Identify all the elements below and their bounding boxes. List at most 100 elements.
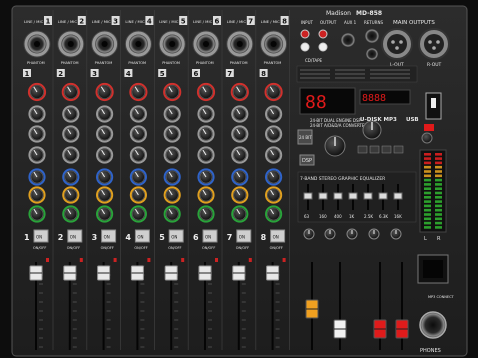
channel-number-bottom: 3 — [92, 233, 98, 242]
eq-slider-16K[interactable] — [393, 192, 403, 200]
line-mic-label: LINE / MIC — [58, 19, 78, 24]
on-button-label: ON — [70, 235, 76, 240]
phones-jack[interactable] — [419, 311, 447, 339]
meter-led-r — [435, 170, 442, 173]
peak-led — [181, 258, 185, 262]
meter-led-r — [435, 178, 442, 182]
channel-index-text: 1 — [25, 70, 30, 78]
meter-led-l — [424, 213, 431, 216]
meter-led-r — [435, 153, 442, 156]
channel-index-text: 2 — [58, 70, 63, 78]
eq-freq-labels: 63 160 400 1K 2.5K 6.3K 16K — [304, 214, 402, 219]
returns-label: RETURNS — [364, 20, 383, 25]
meter-led-l — [424, 226, 431, 229]
peak-led — [248, 258, 252, 262]
main-outputs-label: MAIN OUTPUTS — [393, 20, 435, 26]
aux-label: AUX 1 — [344, 20, 357, 25]
channel-number-bottom: 1 — [24, 233, 30, 242]
on-off-label: ON/OFF — [202, 246, 215, 250]
eq-freq-160: 160 — [319, 214, 327, 219]
line-mic-label: LINE / MIC — [227, 19, 247, 24]
cd-tape-label: CD/TAPE — [305, 58, 323, 63]
meter-led-r — [435, 200, 442, 203]
eq-slider-1K[interactable] — [348, 192, 358, 200]
meter-led-l — [424, 204, 431, 208]
channel-number-top: 5 — [181, 18, 186, 26]
line-mic-label: LINE / MIC — [92, 19, 112, 24]
meter-r-label: R — [437, 236, 441, 242]
eq-freq-1K: 1K — [349, 214, 355, 219]
peak-led — [282, 258, 286, 262]
eq-title: 7-BAND STEREO GRAPHIC EQUALIZER — [300, 176, 385, 182]
mixer-photo: LINE / MIC 1 PHANTOM 1 1 ON ON/OFF LINE / MIC 2 P… — [0, 0, 478, 358]
meter-led-r — [435, 161, 442, 165]
eq-slider-160[interactable] — [318, 192, 328, 200]
channel-index-text: 3 — [92, 70, 97, 78]
channel-number-bottom: 2 — [58, 233, 64, 242]
meter-l-label: L — [424, 236, 427, 242]
mixer-console: LINE / MIC 1 PHANTOM 1 1 ON ON/OFF LINE / MIC 2 P… — [0, 0, 478, 358]
meter-led-r — [435, 208, 442, 212]
meter-led-r — [435, 217, 442, 221]
line-mic-label: LINE / MIC — [125, 19, 145, 24]
on-off-label: ON/OFF — [33, 246, 46, 250]
channel-index-text: 4 — [126, 70, 131, 78]
meter-led-l — [424, 178, 431, 182]
phantom-label: PHANTOM — [264, 61, 282, 65]
on-button-label: ON — [104, 235, 110, 240]
meter-led-l — [424, 161, 431, 165]
output-rca-l[interactable] — [318, 42, 328, 52]
eq-slider-400[interactable] — [333, 192, 343, 200]
brand-logo: Madison — [326, 10, 351, 17]
eq-slider-63[interactable] — [303, 192, 313, 200]
mp3-led: 8888 — [362, 93, 386, 104]
usb-led — [424, 124, 434, 131]
output-rca-r[interactable] — [318, 29, 328, 39]
dsp-badge-text: DSP — [302, 158, 312, 164]
meter-led-l — [424, 153, 431, 156]
eq-freq-2.5K: 2.5K — [364, 214, 373, 219]
meter-led-l — [424, 187, 431, 190]
peak-led — [113, 258, 117, 262]
aux-jack[interactable] — [341, 33, 355, 47]
mp3-connect-label: MP3 CONNECT — [428, 295, 455, 299]
on-button-label: ON — [137, 235, 143, 240]
mp3-play-button[interactable] — [369, 145, 380, 154]
dsp-line-2: 24-BIT A/D&D/A CONVERTER — [310, 123, 367, 128]
phantom-label: PHANTOM — [196, 61, 214, 65]
usb-knob[interactable] — [421, 132, 433, 144]
eq-slider-2.5K[interactable] — [363, 192, 373, 200]
r-out-label: R-OUT — [427, 62, 442, 68]
return-jack-2[interactable] — [366, 48, 378, 60]
phantom-label: PHANTOM — [27, 61, 45, 65]
eq-slider-6.3K[interactable] — [378, 192, 388, 200]
channel-number-bottom: 6 — [193, 233, 199, 242]
channel-number-bottom: 5 — [159, 233, 165, 242]
eq-freq-6.3K: 6.3K — [379, 214, 388, 219]
channel-number-bottom: 4 — [125, 233, 131, 242]
channel-number-bottom: 7 — [227, 233, 233, 242]
input-rca-r[interactable] — [300, 29, 310, 39]
channel-number-bottom: 8 — [261, 233, 267, 242]
meter-led-r — [435, 191, 442, 195]
input-rca-l[interactable] — [300, 42, 310, 52]
l-out-jack-inner — [387, 34, 407, 54]
on-button-label: ON — [273, 235, 279, 240]
meter-led-l — [424, 217, 431, 221]
meter-led-r — [435, 174, 442, 178]
line-mic-label: LINE / MIC — [193, 19, 213, 24]
channel-number-top: 1 — [46, 18, 51, 26]
channel-number-top: 6 — [215, 18, 220, 26]
dsp-led: 88 — [305, 92, 327, 113]
mp3-mode-button[interactable] — [393, 145, 404, 154]
return-jack-1[interactable] — [365, 29, 379, 43]
mp3-prev-button[interactable] — [357, 145, 368, 154]
phantom-label: PHANTOM — [162, 61, 180, 65]
meter-led-l — [424, 196, 431, 199]
on-button-label: ON — [36, 235, 42, 240]
usb-label: USB — [406, 117, 419, 123]
usb-title: U-DISK MP3 — [360, 117, 397, 123]
line-mic-label: LINE / MIC — [261, 19, 281, 24]
meter-led-r — [435, 183, 442, 186]
mp3-next-button[interactable] — [381, 145, 392, 154]
